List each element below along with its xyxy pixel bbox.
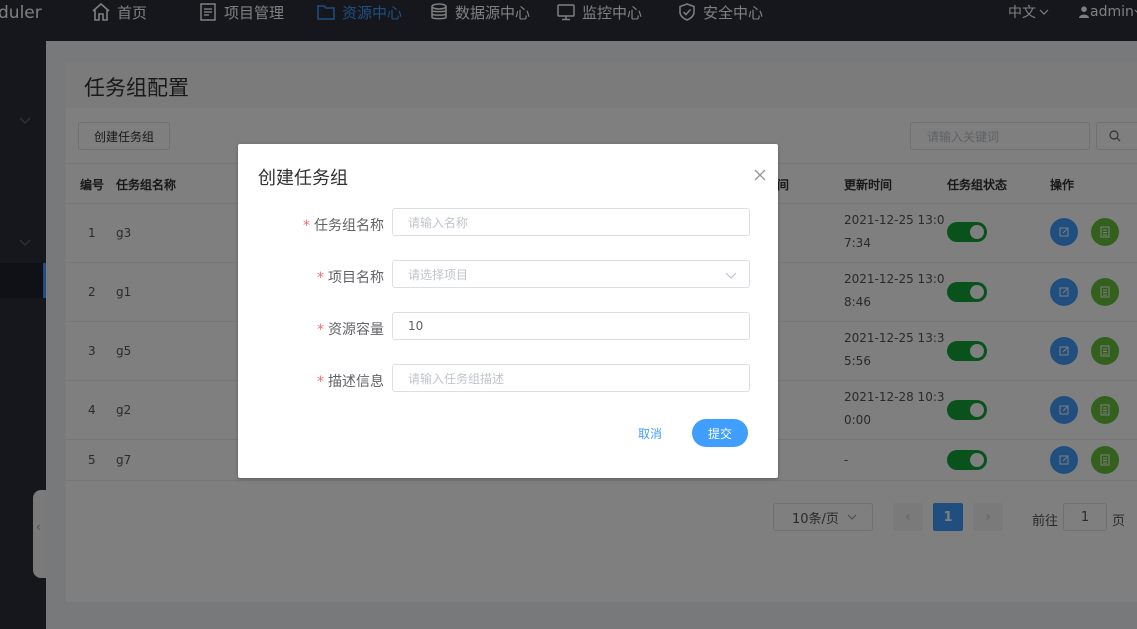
required-mark: * bbox=[303, 218, 310, 234]
dialog-title: 创建任务组 bbox=[258, 168, 348, 189]
required-mark: * bbox=[317, 270, 324, 286]
description-input[interactable]: 请输入任务组描述 bbox=[392, 364, 750, 392]
required-mark: * bbox=[317, 374, 324, 390]
capacity-input[interactable]: 10 bbox=[392, 312, 750, 340]
close-icon[interactable] bbox=[752, 167, 768, 183]
required-mark: * bbox=[317, 322, 324, 338]
field-label-description: * 描述信息 bbox=[317, 374, 384, 390]
submit-button[interactable]: 提交 bbox=[692, 419, 748, 447]
cancel-button[interactable]: 取消 bbox=[628, 419, 672, 447]
project-select[interactable]: 请选择项目 bbox=[392, 260, 750, 288]
field-label-project-name: * 项目名称 bbox=[317, 270, 384, 286]
create-task-group-dialog: 创建任务组 * 任务组名称 请输入名称 * 项目名称 请选择项目 * 资源容量 10 … bbox=[238, 144, 778, 478]
chevron-down-icon bbox=[725, 272, 737, 279]
field-label-capacity: * 资源容量 bbox=[317, 322, 384, 338]
field-label-group-name: * 任务组名称 bbox=[303, 218, 384, 234]
group-name-input[interactable]: 请输入名称 bbox=[392, 208, 750, 236]
project-select-placeholder: 请选择项目 bbox=[408, 267, 469, 282]
